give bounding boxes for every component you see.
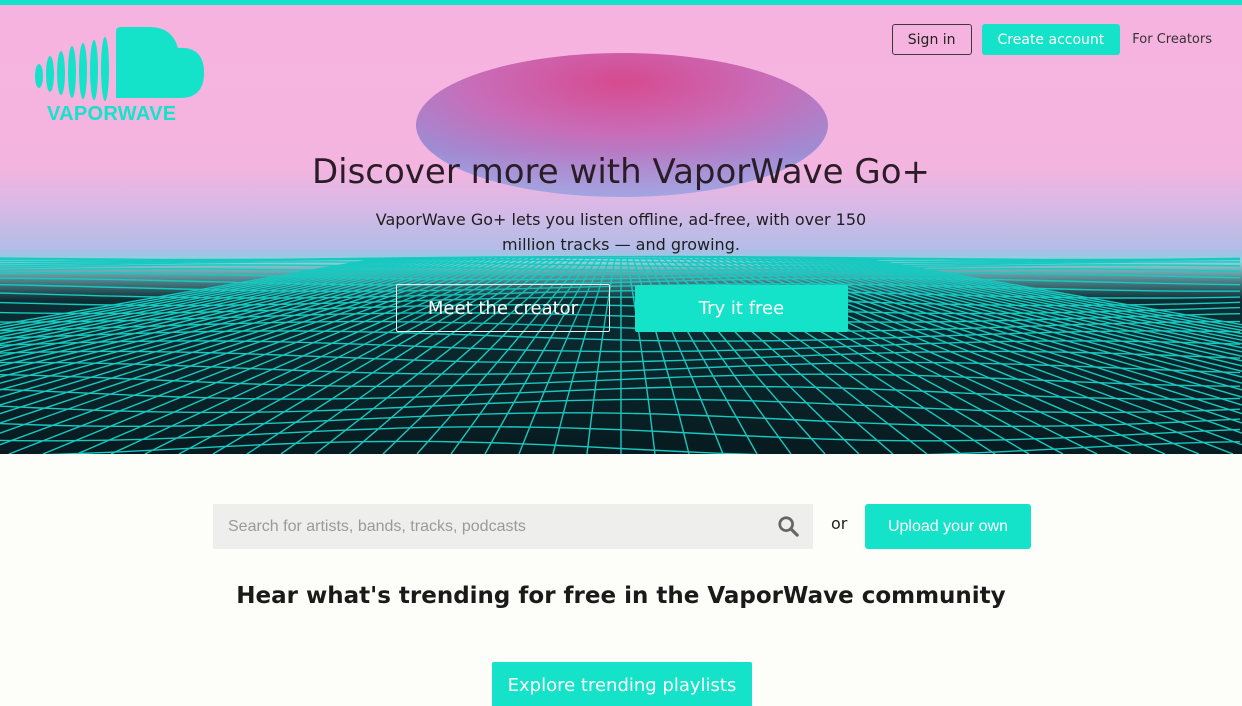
grid-horizontal-line	[0, 261, 1241, 268]
create-account-button[interactable]: Create account	[981, 24, 1121, 55]
brand-name: VAPORWAVE	[47, 103, 177, 125]
trending-heading: Hear what's trending for free in the Vap…	[236, 583, 1006, 609]
explore-trending-playlists-button[interactable]: Explore trending playlists	[492, 662, 752, 706]
meet-the-creator-button[interactable]: Meet the creator	[396, 284, 610, 332]
try-it-free-button[interactable]: Try it free	[635, 285, 848, 332]
hero-subtitle: VaporWave Go+ lets you listen offline, a…	[375, 210, 867, 254]
for-creators-link[interactable]: For Creators	[1132, 32, 1212, 47]
sign-in-button[interactable]: Sign in	[891, 24, 972, 55]
or-separator: or	[831, 514, 848, 533]
top-accent-stripe	[0, 0, 1242, 5]
search-input[interactable]	[228, 506, 768, 547]
grid-horizontal-line	[0, 385, 1241, 400]
top-navigation: Sign in Create account For Creators	[891, 24, 1212, 55]
grid-horizontal-line	[43, 440, 1241, 454]
grid-vertical-line	[0, 257, 388, 328]
grid-horizontal-line	[0, 361, 1241, 375]
search-bar	[213, 504, 813, 549]
grid-horizontal-line	[0, 320, 1241, 332]
upload-your-own-button[interactable]: Upload your own	[865, 504, 1031, 549]
search-icon[interactable]	[777, 515, 799, 537]
grid-floor	[0, 255, 1242, 454]
hero-title: Discover more with VaporWave Go+	[311, 152, 931, 192]
hero-banner: VAPORWAVE Sign in Create account For Cre…	[0, 0, 1242, 454]
